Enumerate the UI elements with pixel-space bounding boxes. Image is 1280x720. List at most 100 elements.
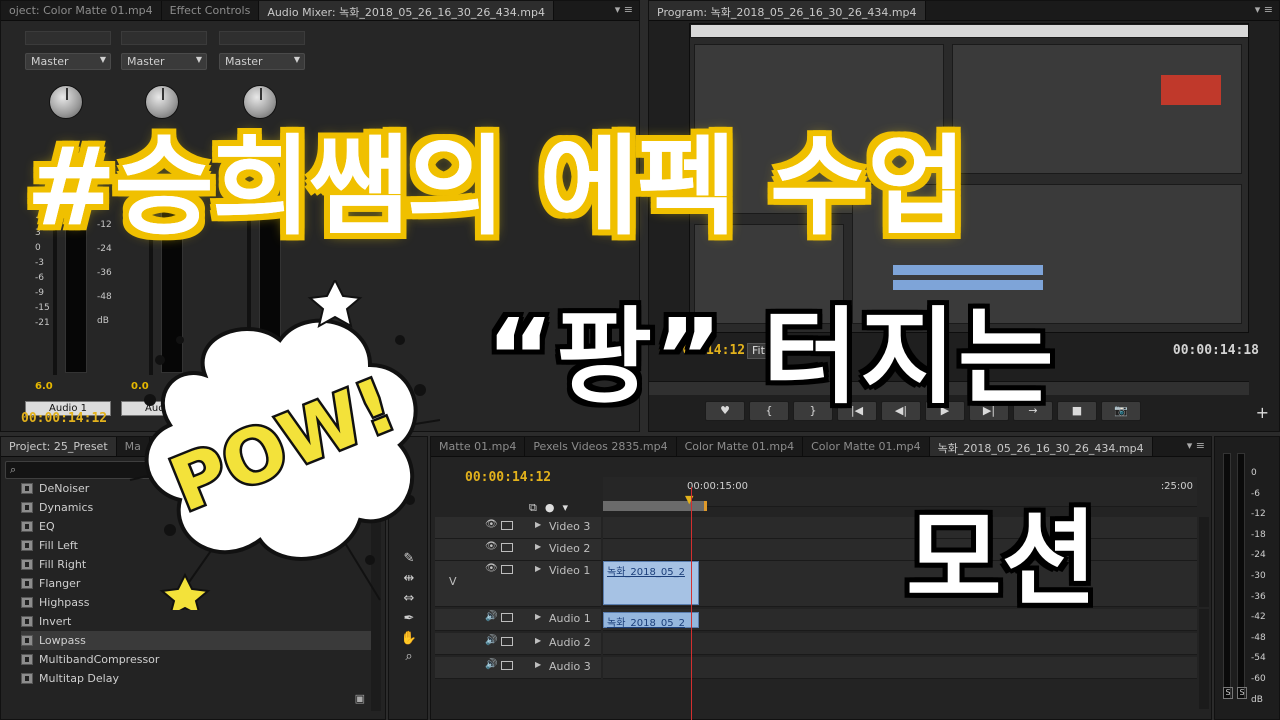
- video-clip[interactable]: 녹화_2018_05_2: [603, 561, 699, 605]
- effect-label: Fill Left: [39, 539, 78, 552]
- track-audio3[interactable]: [603, 657, 1197, 679]
- audio-tracks-scrollbar[interactable]: [1199, 609, 1209, 709]
- volume-value[interactable]: 6.0: [35, 381, 53, 392]
- effect-label: Highpass: [39, 596, 90, 609]
- add-button-icon[interactable]: +: [1256, 403, 1269, 422]
- chevron-right-icon[interactable]: ▶: [535, 542, 541, 551]
- scale-tick: -6: [35, 273, 44, 283]
- tab-program[interactable]: Program: 녹화_2018_05_26_16_30_26_434.mp4: [649, 1, 926, 20]
- tab-project-color-matte[interactable]: oject: Color Matte 01.mp4: [1, 1, 162, 20]
- tab-project[interactable]: Project: 25_Preset: [1, 437, 117, 456]
- eye-icon[interactable]: 👁: [485, 541, 498, 552]
- track-label: Video 1: [549, 564, 591, 577]
- list-item[interactable]: Multitap Delay: [21, 669, 371, 688]
- audio-meters-panel: 0 -6 -12 -18 -24 -30 -36 -42 -48 -54 -60…: [1214, 436, 1280, 720]
- db-tick: -36: [97, 268, 112, 278]
- scale-tick: -18: [1251, 529, 1266, 540]
- timeline-timecode[interactable]: 00:00:14:12: [465, 470, 551, 485]
- solo-button-left[interactable]: S: [1223, 687, 1233, 699]
- list-item[interactable]: MultibandCompressor: [21, 650, 371, 669]
- track-video2[interactable]: [603, 539, 1197, 561]
- effect-icon: [21, 559, 33, 570]
- pen-tool-icon[interactable]: ✒: [399, 611, 419, 629]
- chevron-right-icon[interactable]: ▶: [535, 660, 541, 669]
- add-marker-icon[interactable]: ▾: [562, 501, 568, 515]
- panel-menu-icon[interactable]: ▾ ≡: [1181, 437, 1211, 456]
- panel-menu-icon[interactable]: ▾ ≡: [609, 1, 639, 20]
- track-audio2[interactable]: [603, 633, 1197, 655]
- effect-icon: [21, 540, 33, 551]
- effect-icon: [21, 521, 33, 532]
- list-item[interactable]: Invert: [21, 612, 371, 631]
- export-frame-button[interactable]: 📷: [1101, 401, 1141, 421]
- track-header-audio2[interactable]: 🔊 ▶ Audio 2: [435, 633, 601, 655]
- scale-tick: -21: [35, 318, 50, 328]
- tab-sequence-active[interactable]: 녹화_2018_05_26_16_30_26_434.mp4: [929, 437, 1153, 456]
- marker-icon[interactable]: ●: [545, 501, 555, 515]
- channel-route-field[interactable]: [121, 31, 207, 45]
- track-header-audio1[interactable]: 🔊 ▶ Audio 1: [435, 609, 601, 631]
- track-header-video2[interactable]: 👁 ▶ Video 2: [435, 539, 601, 561]
- timeline-ruler[interactable]: 00:00:15:00 :25:00 ▼: [603, 477, 1197, 511]
- chevron-right-icon[interactable]: ▶: [535, 612, 541, 621]
- tab-effect-controls[interactable]: Effect Controls: [162, 1, 260, 20]
- meter-left: [1223, 453, 1231, 699]
- effect-label: Multitap Delay: [39, 672, 119, 685]
- eye-icon[interactable]: 👁: [485, 519, 498, 530]
- tab-audio-mixer[interactable]: Audio Mixer: 녹화_2018_05_26_16_30_26_434.…: [259, 1, 554, 20]
- lock-toggle-icon[interactable]: [501, 613, 513, 622]
- playhead-handle-icon[interactable]: ▼: [685, 493, 693, 506]
- lock-toggle-icon[interactable]: [501, 543, 513, 552]
- lock-toggle-icon[interactable]: [501, 521, 513, 530]
- speaker-icon[interactable]: 🔊: [485, 611, 497, 622]
- solo-button-right[interactable]: S: [1237, 687, 1247, 699]
- track-label: Audio 1: [549, 612, 591, 625]
- lock-toggle-icon[interactable]: [501, 565, 513, 574]
- eye-icon[interactable]: 👁: [485, 563, 498, 574]
- list-item-selected[interactable]: Lowpass: [21, 631, 371, 650]
- hand-tool-icon[interactable]: ✋: [399, 631, 419, 649]
- track-header-audio3[interactable]: 🔊 ▶ Audio 3: [435, 657, 601, 679]
- speaker-icon[interactable]: 🔊: [485, 635, 497, 646]
- snap-icon[interactable]: ⧉: [529, 501, 537, 515]
- track-header-video3[interactable]: 👁 ▶ Video 3: [435, 517, 601, 539]
- chevron-right-icon[interactable]: ▶: [535, 564, 541, 573]
- scale-tick: -12: [1251, 509, 1266, 520]
- scale-tick: dB: [1251, 694, 1263, 705]
- lock-toggle-icon[interactable]: [501, 661, 513, 670]
- channel-route-field[interactable]: [219, 31, 305, 45]
- lock-toggle-icon[interactable]: [501, 637, 513, 646]
- channel-output-select[interactable]: Master ▼: [219, 53, 305, 70]
- channel-route-field[interactable]: [25, 31, 111, 45]
- video-subtitle-line2: 모션: [906, 498, 1098, 620]
- playhead-line[interactable]: [691, 487, 692, 720]
- scale-tick: -36: [1251, 591, 1266, 602]
- effect-icon: [21, 597, 33, 608]
- db-tick: -48: [97, 292, 112, 302]
- new-bin-icon[interactable]: ▣: [355, 692, 365, 705]
- chevron-down-icon: ▼: [293, 55, 300, 64]
- track-label: Audio 3: [549, 660, 591, 673]
- video-tracks-scrollbar[interactable]: [1199, 517, 1209, 607]
- chevron-right-icon[interactable]: ▶: [535, 520, 541, 529]
- timeline-tabbar: Matte 01.mp4 Pexels Videos 2835.mp4 Colo…: [431, 437, 1211, 457]
- scale-tick: -24: [1251, 550, 1266, 561]
- track-target-label[interactable]: V: [449, 575, 457, 588]
- zoom-tool-icon[interactable]: ⌕: [399, 649, 419, 667]
- tab-sequence[interactable]: Color Matte 01.mp4: [677, 437, 804, 456]
- tab-sequence[interactable]: Pexels Videos 2835.mp4: [525, 437, 677, 456]
- panel-menu-icon[interactable]: ▾ ≡: [1249, 1, 1279, 20]
- program-tabbar: Program: 녹화_2018_05_26_16_30_26_434.mp4 …: [649, 1, 1279, 21]
- track-header-video1[interactable]: V 👁 ▶ Video 1: [435, 561, 601, 607]
- channel-output-select[interactable]: Master ▼: [121, 53, 207, 70]
- mixer-timecode[interactable]: 00:00:14:12: [21, 411, 107, 426]
- channel-output-select[interactable]: Master ▼: [25, 53, 111, 70]
- speaker-icon[interactable]: 🔊: [485, 659, 497, 670]
- extract-button[interactable]: ■: [1057, 401, 1097, 421]
- audio-clip[interactable]: 녹화_2018_05_2: [603, 612, 699, 629]
- chevron-right-icon[interactable]: ▶: [535, 636, 541, 645]
- mixer-tabbar: oject: Color Matte 01.mp4 Effect Control…: [1, 1, 639, 21]
- tab-sequence[interactable]: Color Matte 01.mp4: [803, 437, 930, 456]
- track-video3[interactable]: [603, 517, 1197, 539]
- effect-icon: [21, 635, 33, 646]
